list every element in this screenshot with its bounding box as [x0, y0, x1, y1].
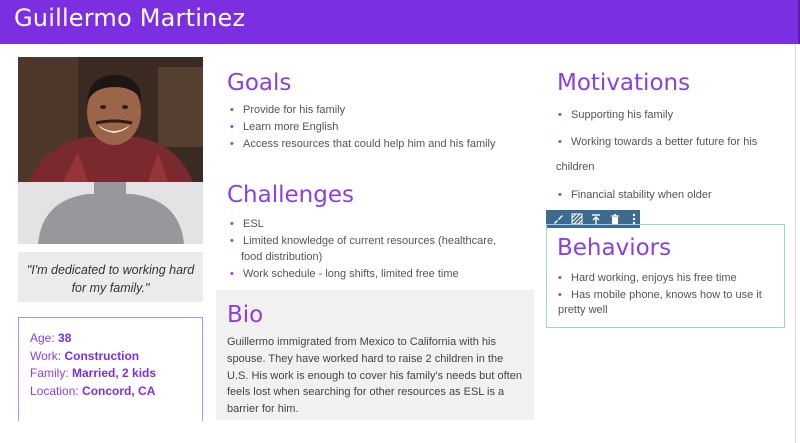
- motivations-item: Supporting his family: [558, 102, 757, 129]
- behaviors-item: Has mobile phone, knows how to use it: [558, 287, 762, 304]
- fact-location: Location: Concord, CA: [30, 383, 202, 401]
- goals-item: Access resources that could help him and…: [230, 136, 496, 153]
- avatar-silhouette-icon: [18, 182, 203, 244]
- fact-family-value: Married, 2 kids: [72, 366, 157, 380]
- challenges-item: Work schedule - long shifts, limited fre…: [230, 266, 496, 283]
- bio-text: Guillermo immigrated from Mexico to Cali…: [227, 336, 522, 416]
- behaviors-section[interactable]: Behaviors Hard working, enjoys his free …: [546, 224, 785, 328]
- quote-text: "I'm dedicated to working hard for my fa…: [26, 263, 195, 295]
- behaviors-item: Hard working, enjoys his free time: [558, 270, 762, 287]
- persona-quote: "I'm dedicated to working hard for my fa…: [18, 252, 203, 302]
- motivations-list: Supporting his family Working towards a …: [558, 102, 757, 156]
- behaviors-title: Behaviors: [557, 235, 672, 261]
- persona-name: Guillermo Martinez: [14, 4, 246, 32]
- right-edge-border: [795, 44, 800, 443]
- fact-age-label: Age:: [30, 331, 55, 345]
- goals-list: Provide for his family Learn more Englis…: [230, 102, 496, 153]
- fact-family-label: Family:: [30, 366, 69, 380]
- challenges-list: ESL Limited knowledge of current resourc…: [230, 216, 496, 282]
- behaviors-list: Hard working, enjoys his free time Has m…: [558, 270, 762, 304]
- fact-age: Age: 38: [30, 330, 202, 348]
- goals-item: Learn more English: [230, 119, 496, 136]
- fact-work-value: Construction: [64, 348, 140, 363]
- challenges-title: Challenges: [227, 182, 354, 208]
- persona-image: [18, 57, 203, 182]
- motivations-item-continuation: children: [556, 161, 595, 173]
- goals-title: Goals: [227, 70, 292, 96]
- fact-age-value: 38: [58, 331, 72, 345]
- fact-work-label: Work:: [30, 348, 62, 363]
- fact-work: Work: Construction: [30, 348, 202, 366]
- motivations-item: Working towards a better future for his: [558, 129, 757, 156]
- behaviors-item-continuation: pretty well: [558, 304, 608, 316]
- fact-location-label: Location:: [30, 383, 79, 398]
- motivations-list-last: Financial stability when older: [558, 189, 712, 201]
- bio-title: Bio: [227, 302, 264, 328]
- persona-facts: Age: 38 Work: Construction Family: Marri…: [18, 317, 203, 421]
- challenges-item-continuation: food distribution): [241, 251, 323, 263]
- fact-family: Family: Married, 2 kids: [30, 365, 202, 383]
- fact-location-value: Concord, CA: [82, 383, 156, 398]
- challenges-item: Limited knowledge of current resources (…: [230, 233, 496, 250]
- goals-item: Provide for his family: [230, 102, 496, 119]
- persona-photo: [18, 57, 203, 244]
- challenges-item: ESL: [230, 216, 496, 233]
- motivations-item: Financial stability when older: [558, 189, 712, 201]
- motivations-title: Motivations: [557, 70, 691, 96]
- header-bar: Guillermo Martinez: [0, 0, 800, 44]
- bio-section: Bio Guillermo immigrated from Mexico to …: [216, 290, 534, 420]
